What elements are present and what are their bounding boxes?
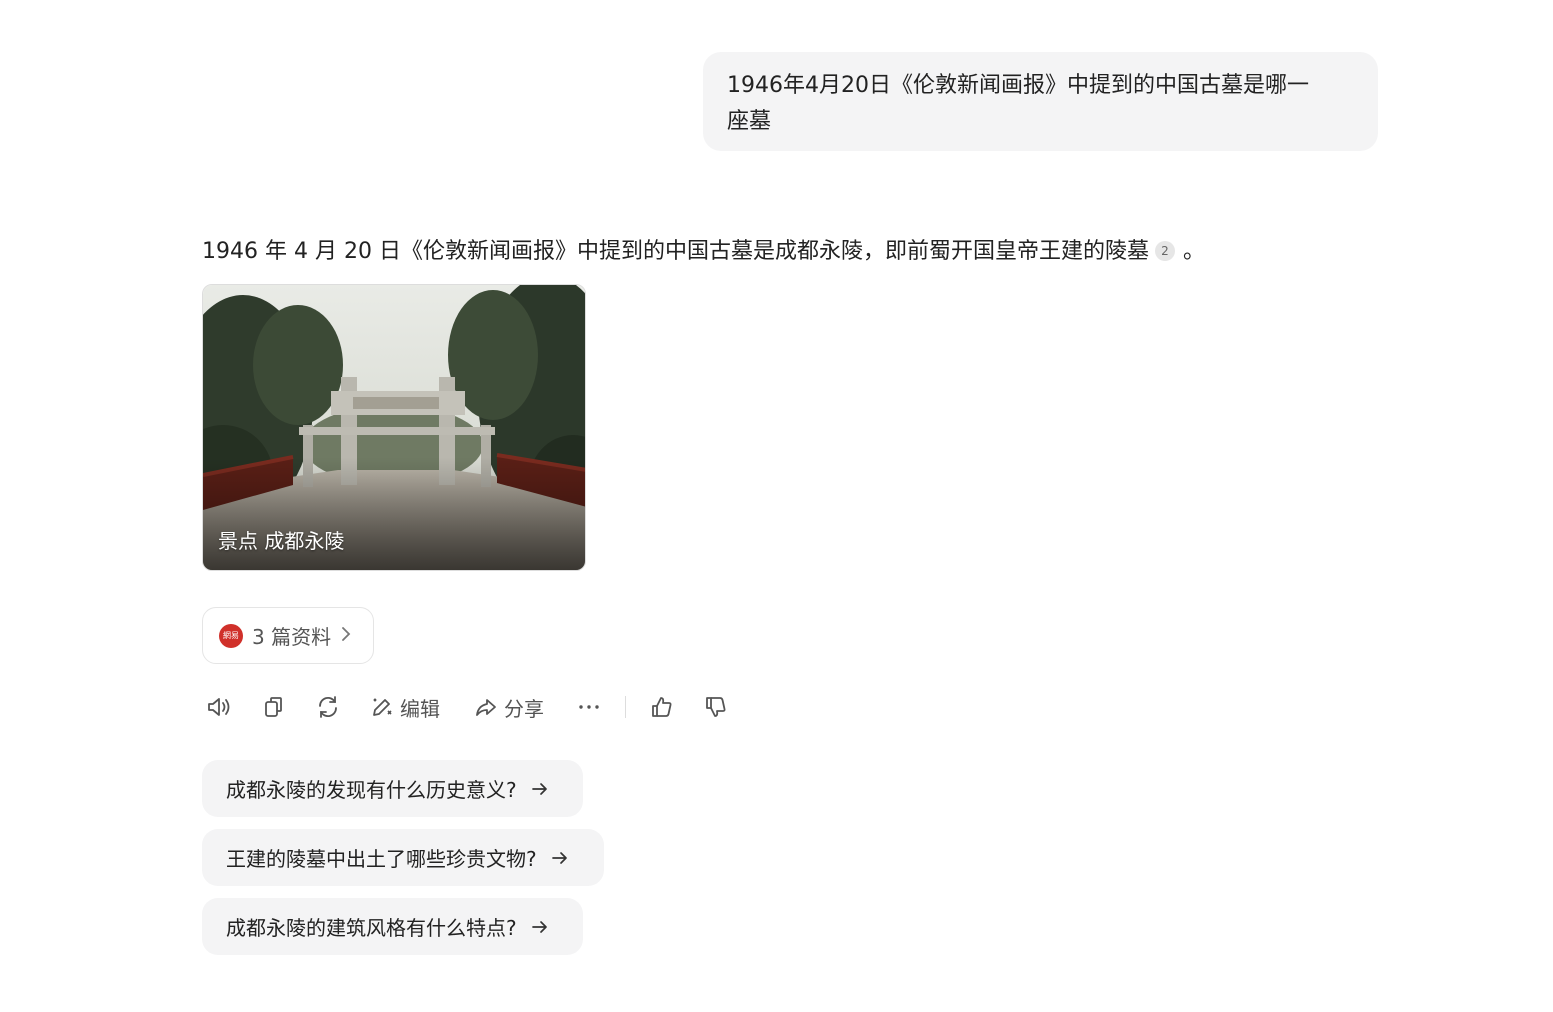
toolbar-divider	[625, 696, 626, 718]
copy-button[interactable]	[262, 686, 286, 728]
regenerate-button[interactable]	[315, 686, 341, 728]
citation-badge[interactable]: 2	[1154, 241, 1175, 261]
suggestion-chip[interactable]: 成都永陵的建筑风格有什么特点?	[202, 898, 583, 955]
user-message-line2: 座墓	[727, 109, 772, 134]
pencil-sparkle-icon	[370, 695, 394, 719]
suggestion-chip[interactable]: 成都永陵的发现有什么历史意义?	[202, 760, 583, 817]
speaker-icon	[206, 694, 232, 720]
sources-button[interactable]: 網易 3 篇资料	[202, 607, 374, 664]
arrow-right-icon	[531, 780, 549, 798]
more-dots-icon	[577, 695, 601, 719]
suggestion-chip[interactable]: 王建的陵墓中出土了哪些珍贵文物?	[202, 829, 604, 886]
answer-text: 1946 年 4 月 20 日《伦敦新闻画报》中提到的中国古墓是成都永陵，即前蜀…	[202, 239, 1149, 264]
image-caption: 景点 成都永陵	[218, 529, 345, 553]
edit-button[interactable]: 编辑	[370, 686, 440, 728]
edit-label: 编辑	[400, 696, 440, 721]
thumbs-up-button[interactable]	[650, 686, 674, 728]
suggestion-text: 成都永陵的建筑风格有什么特点?	[226, 916, 517, 940]
copy-icon	[262, 695, 286, 719]
refresh-icon	[315, 694, 341, 720]
suggestion-text: 王建的陵墓中出土了哪些珍贵文物?	[226, 847, 537, 871]
answer-end-punct: 。	[1182, 239, 1205, 264]
share-arrow-icon	[474, 695, 498, 719]
user-message-line1: 1946年4月20日《伦敦新闻画报》中提到的中国古墓是哪一	[727, 73, 1309, 98]
answer-toolbar: 编辑 分享	[202, 686, 762, 728]
arrow-right-icon	[551, 849, 569, 867]
more-button[interactable]	[577, 686, 601, 728]
thumbs-down-icon	[704, 695, 728, 719]
sources-label: 3 篇资料	[252, 625, 332, 649]
netease-logo-icon: 網易	[219, 623, 243, 648]
share-label: 分享	[504, 696, 544, 721]
read-aloud-button[interactable]	[206, 686, 232, 728]
arrow-right-icon	[531, 918, 549, 936]
image-card[interactable]: 景点 成都永陵	[202, 284, 586, 571]
assistant-answer: 1946 年 4 月 20 日《伦敦新闻画报》中提到的中国古墓是成都永陵，即前蜀…	[202, 234, 1382, 270]
suggestion-text: 成都永陵的发现有什么历史意义?	[226, 778, 517, 802]
thumbs-up-icon	[650, 695, 674, 719]
chevron-right-icon	[341, 626, 351, 646]
thumbs-down-button[interactable]	[704, 686, 728, 728]
share-button[interactable]: 分享	[474, 686, 544, 728]
user-message-bubble: 1946年4月20日《伦敦新闻画报》中提到的中国古墓是哪一 座墓	[703, 52, 1378, 151]
